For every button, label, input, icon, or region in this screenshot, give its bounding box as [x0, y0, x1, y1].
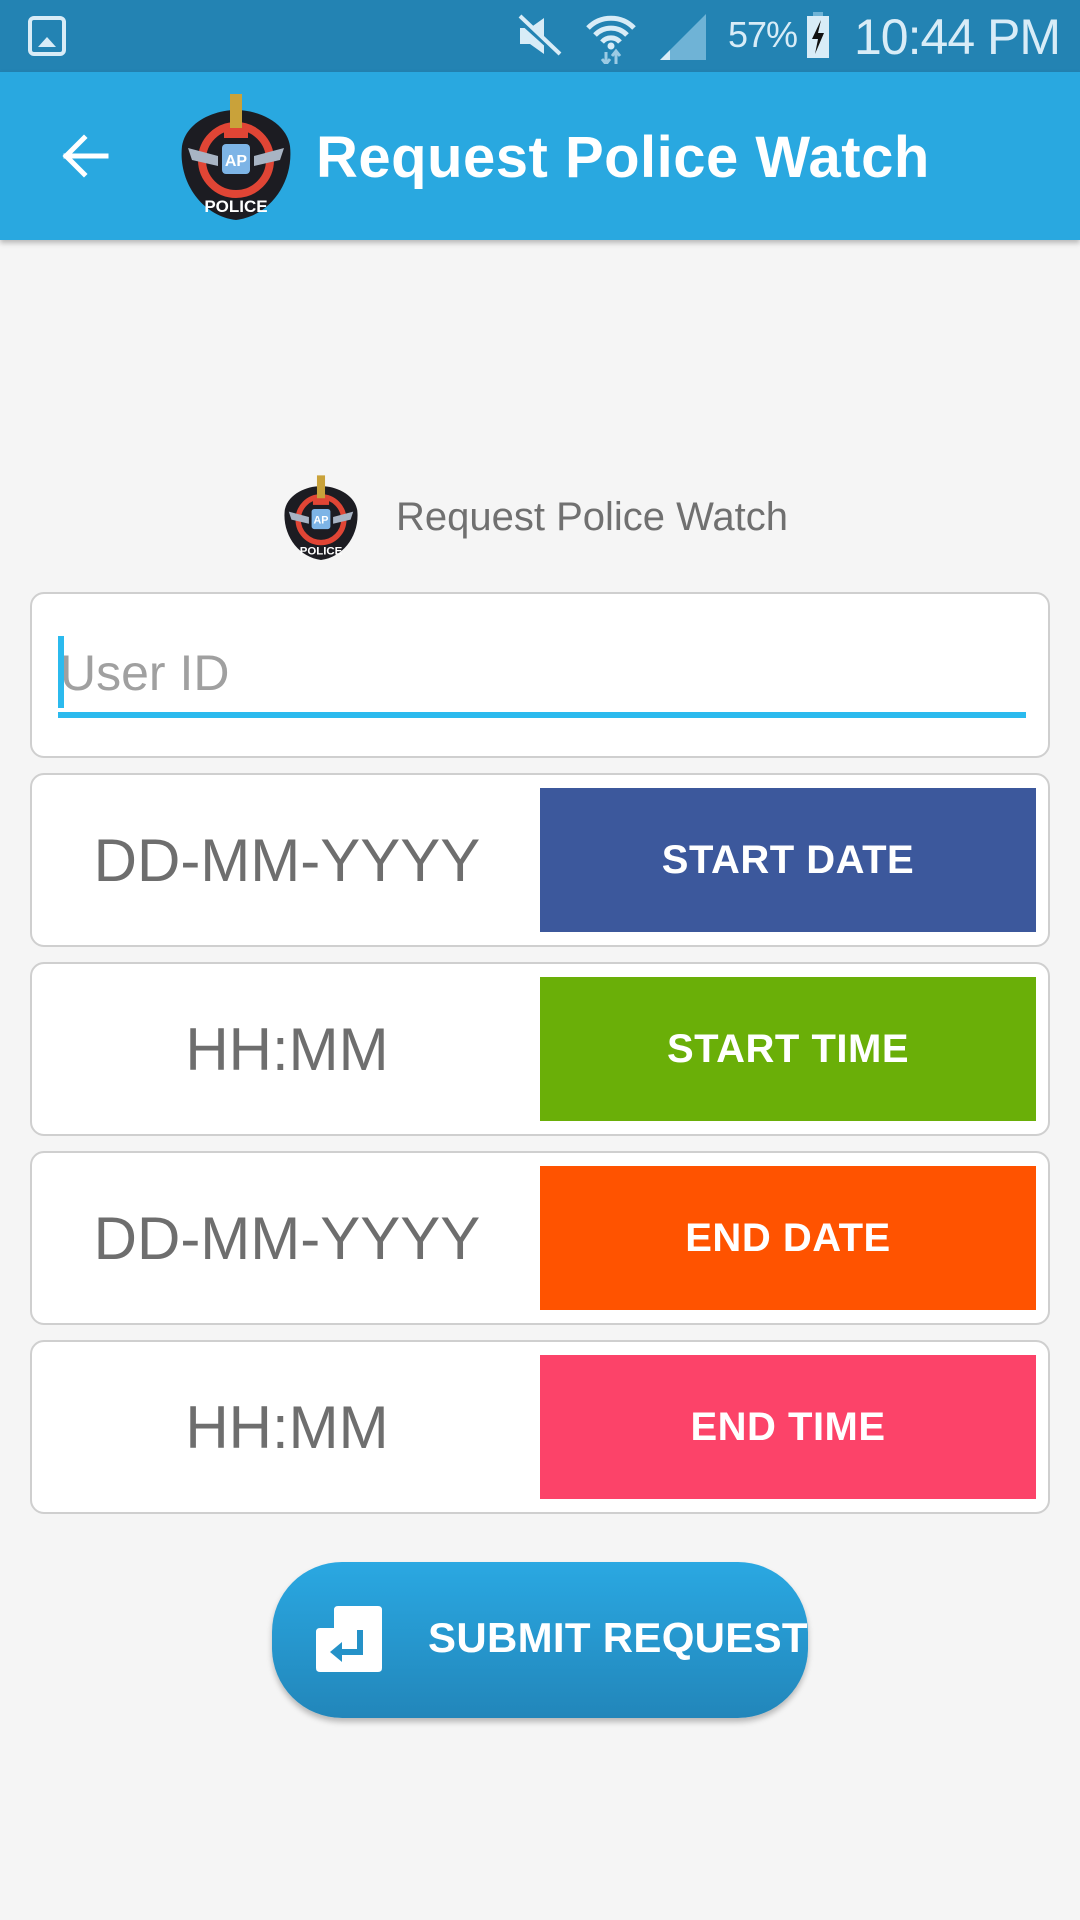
arrow-back-icon[interactable] — [56, 128, 112, 184]
user-id-input[interactable] — [58, 634, 1026, 712]
battery-charging-icon — [807, 12, 829, 58]
enter-return-icon — [316, 1606, 382, 1672]
start-time-button[interactable]: START TIME — [540, 977, 1036, 1121]
battery-percent: 57% — [728, 14, 798, 55]
form-title: Request Police Watch — [396, 494, 789, 539]
clock: 10:44 PM — [854, 9, 1061, 65]
ap-police-logo: AP POLICE — [284, 475, 358, 560]
text-cursor — [58, 636, 64, 708]
end-date-button[interactable]: END DATE — [540, 1166, 1036, 1310]
status-bar: 57% 10:44 PM — [0, 0, 1080, 72]
end-time-value: HH:MM — [185, 1393, 389, 1461]
svg-text:AP: AP — [314, 515, 329, 527]
mute-icon — [515, 14, 562, 57]
start-date-value: DD-MM-YYYY — [93, 826, 481, 894]
wifi-icon — [586, 15, 636, 64]
user-id-card — [30, 592, 1050, 758]
end-time-button[interactable]: END TIME — [540, 1355, 1036, 1499]
signal-icon — [660, 14, 706, 60]
end-date-value: DD-MM-YYYY — [93, 1204, 481, 1272]
submit-request-button[interactable]: SUBMIT REQUEST — [272, 1562, 808, 1718]
gallery-icon — [28, 16, 66, 56]
start-time-value: HH:MM — [185, 1015, 389, 1083]
app-title: Request Police Watch — [316, 125, 930, 190]
end-date-row: DD-MM-YYYY END DATE — [30, 1151, 1050, 1325]
submit-request-label: SUBMIT REQUEST — [428, 1614, 808, 1661]
end-time-row: HH:MM END TIME — [30, 1340, 1050, 1514]
ap-police-logo: AP POLICE — [181, 94, 291, 220]
start-date-row: DD-MM-YYYY START DATE — [30, 773, 1050, 947]
app-bar: AP POLICE Request Police Watch — [0, 72, 1080, 240]
svg-text:POLICE: POLICE — [204, 197, 267, 216]
svg-text:POLICE: POLICE — [300, 546, 343, 558]
form-header: AP POLICE Request Police Watch — [280, 470, 788, 564]
svg-text:AP: AP — [225, 153, 248, 170]
start-time-row: HH:MM START TIME — [30, 962, 1050, 1136]
user-id-field-wrapper — [58, 634, 1026, 718]
start-date-button[interactable]: START DATE — [540, 788, 1036, 932]
